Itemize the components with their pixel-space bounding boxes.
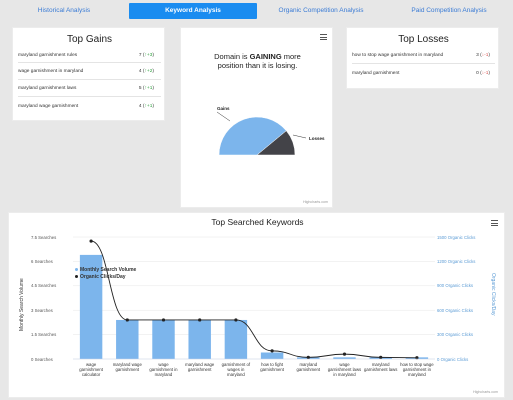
x-tick-label: wage garnishment calculator: [79, 362, 103, 377]
divider: [18, 62, 161, 63]
gains-connector: [216, 111, 231, 122]
gain-loss-gauge-panel: Domain is GAINING more position than it …: [180, 27, 333, 208]
x-tick-label: how to fight garnishment: [260, 362, 284, 372]
loss-keyword: maryland garnishment: [352, 71, 400, 76]
loss-keyword: how to stop wage garnishment in maryland: [352, 53, 444, 58]
bar: [224, 319, 248, 359]
gain-value: 4 (↑+1): [138, 104, 154, 109]
gain-value: 4 (↑+2): [138, 69, 154, 74]
analysis-tabs: Historical Analysis Keyword Analysis Org…: [0, 3, 513, 19]
point: [306, 355, 310, 359]
gauge-chart: [216, 111, 307, 156]
top-gains-panel: Top Gains maryland garnishment rules 7 (…: [12, 27, 165, 121]
tab-paid-competition-analysis[interactable]: Paid Competition Analysis: [385, 3, 513, 19]
bar: [188, 319, 211, 359]
point: [234, 318, 238, 322]
point: [270, 349, 274, 353]
bar: [152, 319, 175, 359]
gain-keyword: maryland wage garnishment: [18, 104, 79, 109]
loss-value: 0 (↓-1): [476, 71, 490, 76]
gain-keyword: wage garnishment in maryland: [18, 69, 84, 74]
top-losses-panel: Top Losses how to stop wage garnishment …: [346, 27, 499, 89]
tab-keyword-analysis[interactable]: Keyword Analysis: [129, 3, 257, 19]
point: [161, 318, 166, 322]
highcharts-credits[interactable]: Highcharts.com: [303, 200, 328, 204]
top-gains-title: Top Gains: [66, 34, 113, 45]
highcharts-credits[interactable]: Highcharts.com: [473, 390, 498, 394]
loss-value: 3 (↓-1): [476, 53, 490, 58]
top-losses-title: Top Losses: [398, 34, 449, 45]
gains-label: Gains: [217, 106, 230, 111]
losses-connector: [292, 134, 307, 139]
x-tick-label: maryland garnishment: [296, 362, 321, 372]
top-searched-keywords-panel: Top Searched Keywords Monthly Search Vol…: [8, 212, 505, 398]
tab-historical-analysis[interactable]: Historical Analysis: [0, 3, 128, 19]
legend-item[interactable]: Monthly Search Volume: [75, 267, 136, 273]
gain-value: 7 (↑+3): [138, 53, 154, 58]
x-tick-label: maryland garnishment laws: [363, 362, 398, 372]
gain-keyword: maryland garnishment rules: [18, 53, 78, 58]
legend-item[interactable]: Organic Clicks/Day: [75, 274, 126, 280]
gain-value: 5 (↑+1): [138, 86, 154, 91]
x-tick-label: wage garnishment laws in maryland: [327, 362, 362, 377]
losses-label: Losses: [309, 136, 325, 141]
tab-organic-competition-analysis[interactable]: Organic Competition Analysis: [257, 3, 385, 19]
x-tick-label: maryland wage garnishment: [112, 362, 142, 372]
x-tick-label: garnishment of wages in maryland: [221, 362, 251, 377]
divider: [18, 96, 161, 97]
point: [379, 355, 383, 359]
x-tick-label: maryland wage garnishment: [185, 362, 215, 372]
point: [125, 318, 129, 322]
point: [342, 352, 347, 356]
divider: [18, 79, 161, 80]
x-tick-label: wage garnishment in maryland: [149, 362, 178, 377]
point: [198, 318, 202, 322]
bar: [116, 319, 139, 359]
point: [89, 239, 93, 243]
x-tick-label: how to stop wage garnishment in maryland: [400, 362, 434, 377]
bar: [260, 352, 284, 359]
gain-keyword: maryland garnishment laws: [18, 86, 77, 91]
divider: [352, 63, 495, 64]
series-line: [90, 240, 417, 359]
